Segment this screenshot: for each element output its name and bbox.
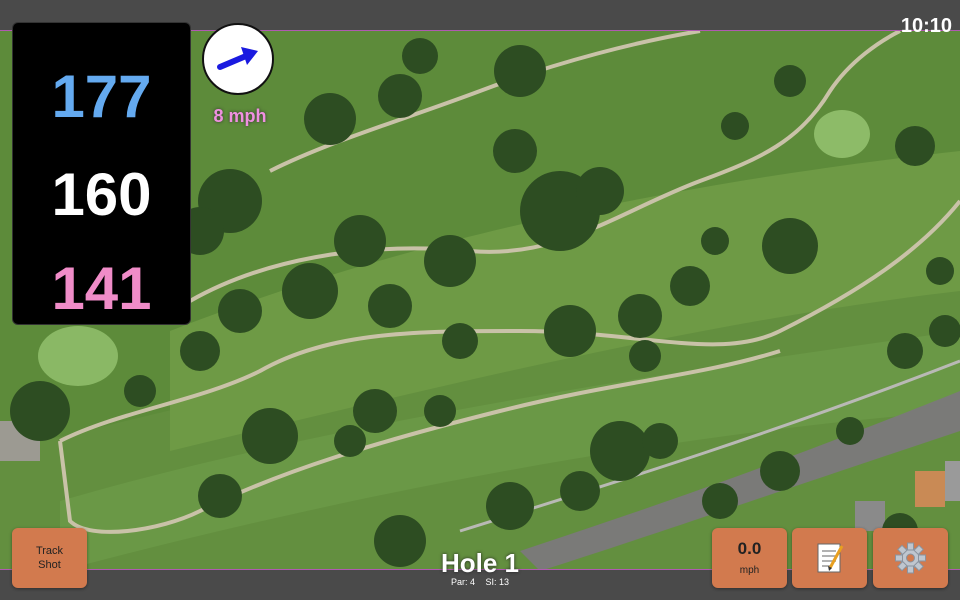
speed-unit: mph: [739, 565, 760, 576]
back-yardage: 177: [51, 63, 152, 130]
wind-arrow-icon: [217, 47, 258, 70]
speed-value: 0.0: [737, 539, 762, 558]
yardage-panel: 177 160 141: [12, 22, 191, 325]
middle-yardage: 160: [51, 161, 152, 228]
settings-button[interactable]: [873, 528, 948, 588]
hole-title: Hole 1: [440, 548, 520, 578]
wind-indicator[interactable]: [202, 23, 274, 95]
wind-speed-label: 8 mph: [213, 106, 267, 126]
front-yardage: 141: [51, 255, 152, 322]
hole-par: Par: 4: [450, 577, 475, 587]
notes-button[interactable]: [792, 528, 867, 588]
notepad-icon: [817, 543, 844, 573]
hole-stroke-index: SI: 13: [485, 577, 510, 587]
gear-icon: [895, 542, 926, 574]
hole-info: Par: 4 SI: 13: [380, 577, 580, 587]
speed-button[interactable]: 0.0 mph: [712, 528, 787, 588]
track-shot-label-line2: Shot: [38, 559, 61, 571]
status-clock: 10:10: [900, 15, 952, 37]
track-shot-button[interactable]: Track Shot: [12, 528, 87, 588]
track-shot-label-line1: Track: [35, 545, 64, 557]
